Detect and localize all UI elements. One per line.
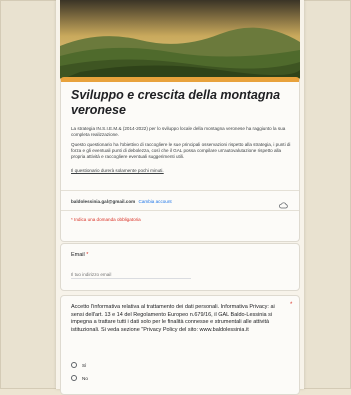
cloud-icon[interactable] (279, 196, 288, 214)
email-question-card: Email * (60, 243, 300, 291)
radio-button[interactable] (71, 375, 77, 381)
divider (61, 190, 299, 191)
radio-option-no[interactable]: No (71, 373, 88, 383)
required-note: * Indica una domanda obbligatoria (71, 217, 141, 222)
privacy-question-text: Accetto l'informativa relativa al tratta… (71, 304, 275, 333)
radio-button[interactable] (71, 362, 77, 368)
divider (61, 210, 299, 211)
form-title-card: Sviluppo e crescita della montagna veron… (60, 77, 300, 242)
radio-label-si: Sì (82, 362, 87, 368)
form-title: Sviluppo e crescita della montagna veron… (71, 88, 281, 117)
form-description-purpose: Questo questionario ha l'obiettivo di ra… (71, 142, 291, 160)
email-label-text: Email (71, 252, 85, 258)
privacy-question-card: Accetto l'informativa relativa al tratta… (60, 295, 300, 395)
account-email: baldolessinia.gal@gmail.com (71, 199, 136, 204)
radio-label-no: No (82, 375, 88, 381)
form-description-duration: Il questionario durerà solamente pochi m… (71, 168, 164, 173)
required-mark: * (290, 302, 293, 308)
switch-account-link[interactable]: Cambia account (139, 199, 172, 204)
account-line: baldolessinia.gal@gmail.com Cambia accou… (71, 199, 172, 204)
radio-option-si[interactable]: Sì (71, 360, 86, 370)
form-description-intro: La strategia IN.S.I.E.M.& (2014-2022) pe… (71, 126, 286, 138)
header-banner-image (60, 0, 300, 80)
email-question-label: Email * (71, 252, 88, 258)
form-page: Sviluppo e crescita della montagna veron… (56, 0, 304, 395)
required-mark: * (86, 252, 89, 258)
email-field[interactable] (71, 270, 191, 279)
